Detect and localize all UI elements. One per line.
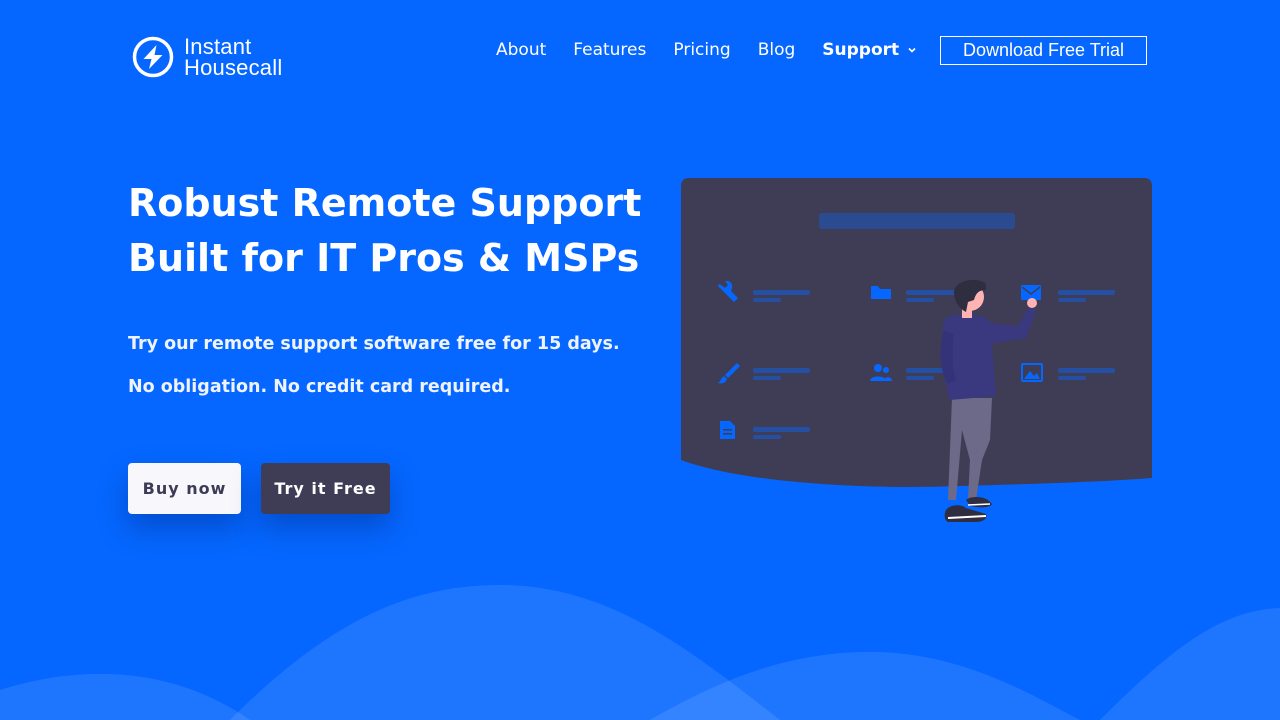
email-icon — [1021, 285, 1041, 300]
illustration-search-bar — [819, 213, 1015, 229]
hero-illustration — [681, 178, 1152, 522]
